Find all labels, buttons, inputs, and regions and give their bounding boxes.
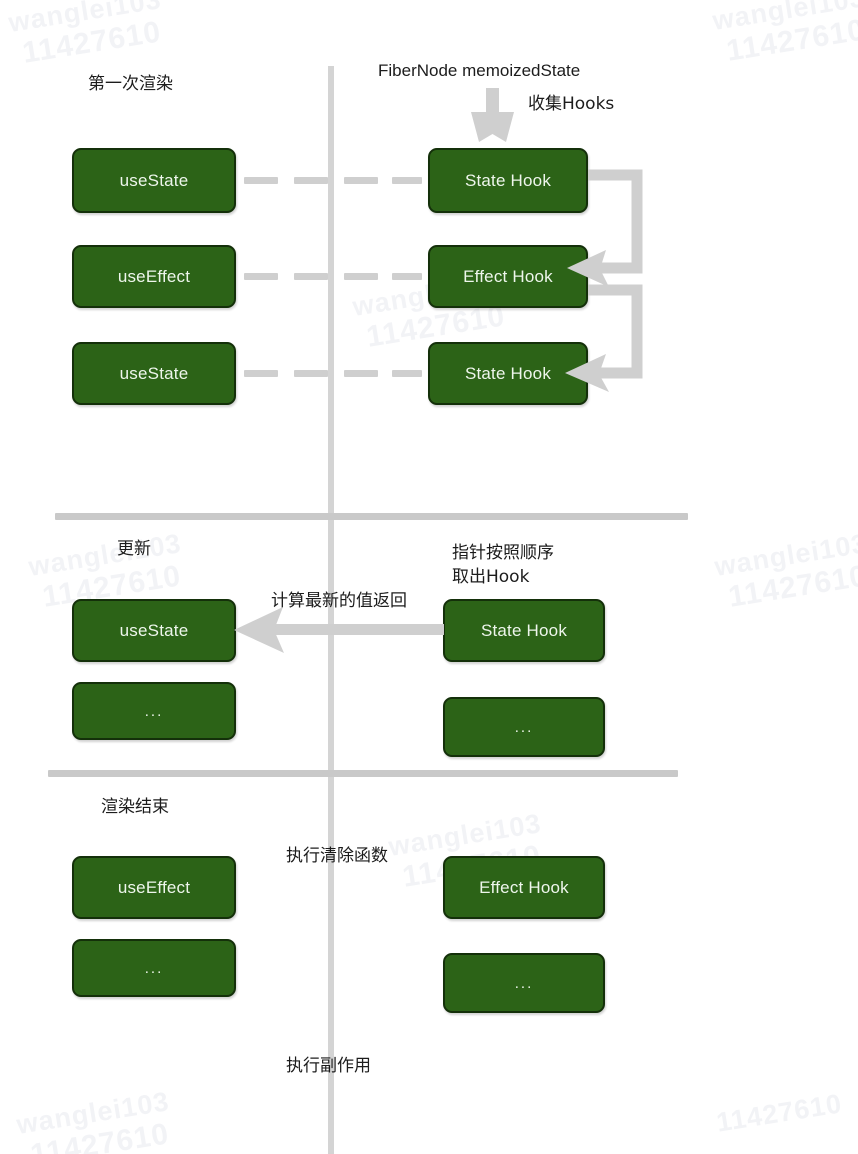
collect-hooks-arrow-icon xyxy=(471,88,514,142)
box-use-state-2: useState xyxy=(72,342,236,405)
section-title-update: 更新 xyxy=(117,539,151,559)
box-effect-hook-1: Effect Hook xyxy=(428,245,588,308)
cleanup-function-label: 执行清除函数 xyxy=(286,846,388,866)
watermark-name: wanglei103 xyxy=(26,528,184,582)
box-end-use-effect: useEffect xyxy=(72,856,236,919)
side-effect-label: 执行副作用 xyxy=(286,1056,371,1076)
pointer-order-label-line1: 指针按照顺序 xyxy=(452,543,554,563)
box-end-left-ellipsis: ... xyxy=(72,939,236,997)
diagram-canvas: wanglei103 11427610 wanglei103 11427610 … xyxy=(0,0,858,1154)
box-state-hook-2: State Hook xyxy=(428,342,588,405)
watermark-number: 11427610 xyxy=(28,1117,172,1154)
box-use-effect-1: useEffect xyxy=(72,245,236,308)
collect-hooks-label: 收集Hooks xyxy=(528,94,615,114)
box-update-left-ellipsis: ... xyxy=(72,682,236,740)
box-state-hook-1: State Hook xyxy=(428,148,588,213)
watermark-name: wanglei103 xyxy=(712,528,858,582)
dashed-connector-3 xyxy=(244,370,422,377)
dashed-connector-1 xyxy=(244,177,422,184)
horizontal-divider-1 xyxy=(55,513,688,520)
box-update-state-hook: State Hook xyxy=(443,599,605,662)
section-title-fibernode: FiberNode memoizedState xyxy=(378,61,581,80)
compute-return-label: 计算最新的值返回 xyxy=(271,591,407,611)
watermark-name: wanglei103 xyxy=(6,0,164,38)
dashed-connector-2 xyxy=(244,273,422,280)
box-update-right-ellipsis: ... xyxy=(443,697,605,757)
pointer-order-label-line2: 取出Hook xyxy=(452,567,530,587)
watermark-number: 11427610 xyxy=(724,13,858,68)
box-end-effect-hook: Effect Hook xyxy=(443,856,605,919)
watermark-name: wanglei103 xyxy=(710,0,858,36)
horizontal-divider-2 xyxy=(48,770,678,777)
compute-return-arrow-icon xyxy=(234,607,444,653)
watermark-number: 11427610 xyxy=(726,559,858,614)
watermark-name: wanglei103 xyxy=(14,1086,172,1140)
box-use-state-1: useState xyxy=(72,148,236,213)
watermark-number: 11427610 xyxy=(20,15,164,70)
watermark-name: 11427610 xyxy=(714,1088,845,1138)
watermark-name: wanglei103 xyxy=(386,808,544,862)
section-title-render-end: 渲染结束 xyxy=(101,797,169,817)
box-end-right-ellipsis: ... xyxy=(443,953,605,1013)
section-title-first-render: 第一次渲染 xyxy=(88,74,173,94)
box-update-use-state: useState xyxy=(72,599,236,662)
